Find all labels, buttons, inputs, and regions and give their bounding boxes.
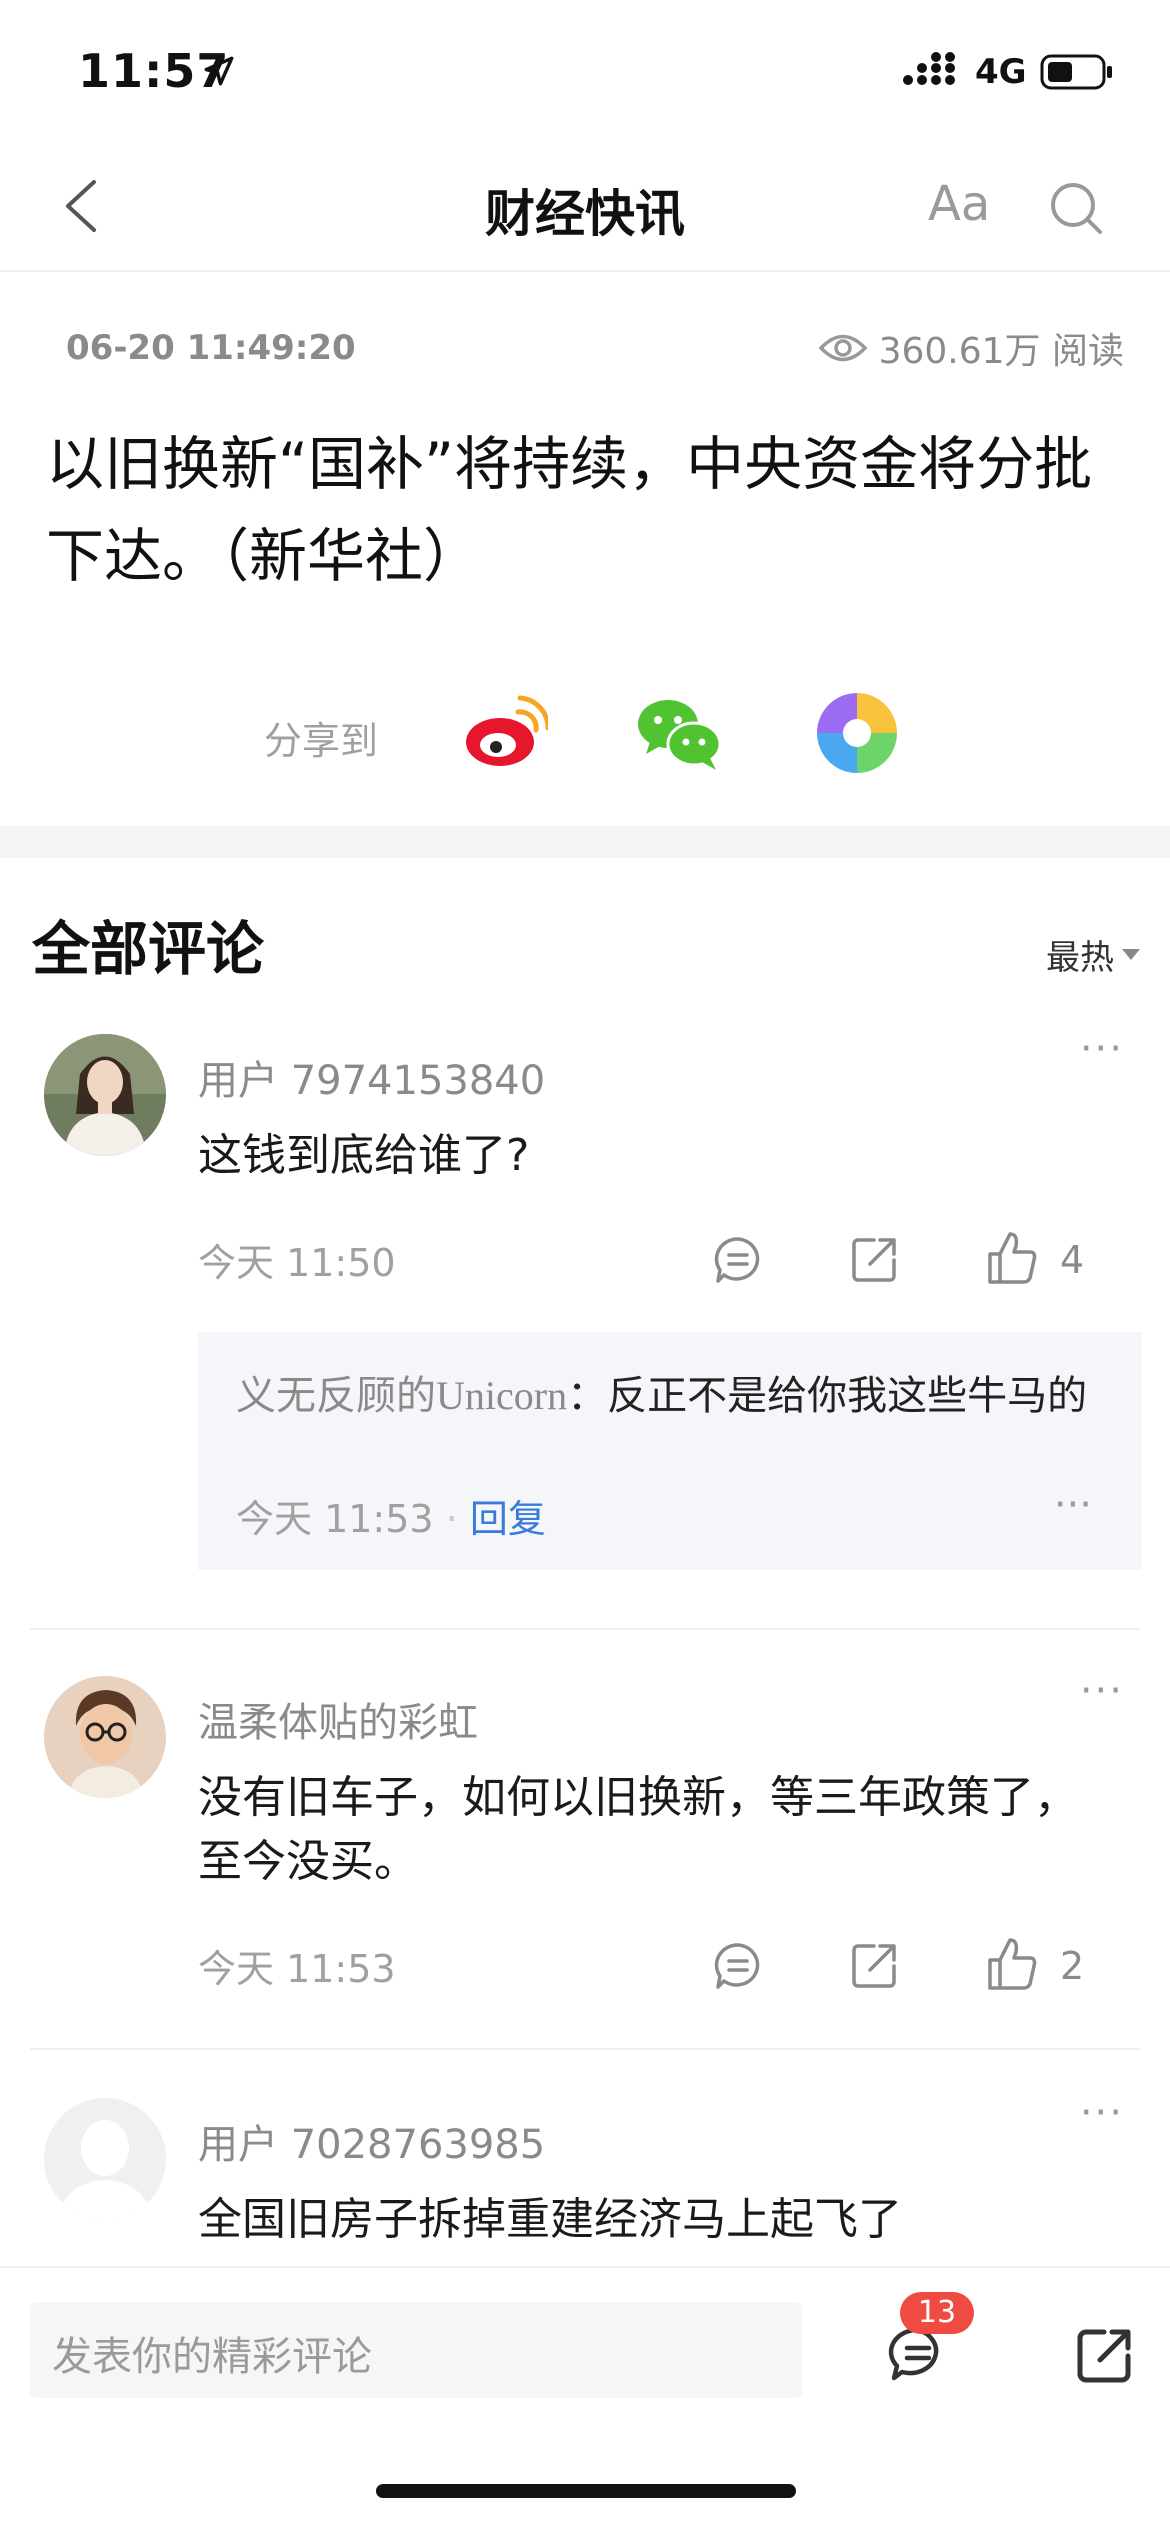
share-icon[interactable] [1074,2326,1134,2386]
separator-dot: · [445,1497,470,1541]
reply-thread[interactable]: 义无反顾的Unicorn：反正不是给你我这些牛马的 今天 11:53 · 回复 … [198,1332,1142,1570]
comment-username[interactable]: 用户 7028763985 [198,2112,545,2170]
comment-username[interactable]: 温柔体贴的彩虹 [198,1690,478,1748]
comments-heading: 全部评论 [32,915,265,983]
comment-item: 用户 7974153840 ··· 这钱到底给谁了? 今天 11:50 4 义无… [0,1026,1170,1594]
view-count: 360.61万 阅读 [818,322,1124,374]
avatar[interactable] [44,2098,166,2220]
location-arrow-icon [204,56,234,86]
comment-divider [30,1628,1140,1630]
page-title: 财经快讯 [485,185,685,243]
share-icon[interactable] [848,1940,900,1992]
reply-time: 今天 11:53 [236,1497,434,1541]
view-count-text: 360.61万 阅读 [878,331,1124,372]
article-datetime: 06-20 11:49:20 [66,328,356,368]
comment-text: 全国旧房子拆掉重建经济马上起飞了 [198,2194,902,2245]
user-avatar-image [44,1034,166,1156]
nav-bar: 财经快讯 Aa [0,140,1170,272]
comment-item: 用户 7028763985 ··· 全国旧房子拆掉重建经济马上起飞了 [0,2090,1170,2266]
comment-text: 没有旧车子，如何以旧换新，等三年政策了，至今没买。 [198,1772,1078,1887]
reply-link[interactable]: 回复 [470,1497,546,1541]
avatar[interactable] [44,1034,166,1156]
battery-icon [1040,54,1112,90]
reply-content: 义无反顾的Unicorn：反正不是给你我这些牛马的 [236,1366,1116,1426]
caret-down-icon [1122,949,1140,960]
weibo-icon[interactable] [462,690,548,776]
more-options-icon[interactable]: ··· [1080,1026,1124,1072]
comment-item: 温柔体贴的彩虹 ··· 没有旧车子，如何以旧换新，等三年政策了，至今没买。 今天… [0,1668,1170,2016]
status-bar: 11:57 4G [0,0,1170,140]
thumbs-up-icon[interactable] [986,1230,1038,1286]
reply-footer: 今天 11:53 · 回复 [236,1488,546,1543]
share-label: 分享到 [264,719,379,763]
eye-icon [818,334,867,362]
home-indicator[interactable] [376,2484,796,2498]
cellular-signal-icon [903,52,955,85]
reply-text: ：反正不是给你我这些牛马的 [567,1373,1088,1419]
moments-icon[interactable] [814,690,900,776]
more-options-icon[interactable]: ··· [1054,1482,1092,1528]
search-icon[interactable] [1048,180,1104,236]
comment-actions: 2 [0,1938,1170,2000]
reply-icon[interactable] [712,1234,764,1286]
article-headline: 以旧换新“国补”将持续，中央资金将分批下达。（新华社） [46,430,1093,590]
avatar[interactable] [44,1676,166,1798]
more-options-icon[interactable]: ··· [1080,2090,1124,2136]
comment-count-badge: 13 [900,2292,974,2334]
share-icon[interactable] [848,1234,900,1286]
comment-input-placeholder: 发表你的精彩评论 [52,2334,372,2380]
sort-dropdown[interactable]: 最热 [1046,930,1140,979]
user-avatar-image [44,1676,166,1798]
default-avatar-icon [44,2098,166,2220]
wechat-icon[interactable] [636,694,722,774]
comment-username[interactable]: 用户 7974153840 [198,1048,545,1106]
comment-input[interactable]: 发表你的精彩评论 [30,2302,802,2398]
font-size-button[interactable]: Aa [928,176,990,232]
like-count: 4 [1060,1238,1085,1282]
thumbs-up-icon[interactable] [986,1936,1038,1992]
comment-divider [30,2048,1140,2050]
more-options-icon[interactable]: ··· [1080,1668,1124,1714]
like-count: 2 [1060,1944,1085,1988]
reply-icon[interactable] [712,1940,764,1992]
reply-username[interactable]: 义无反顾的Unicorn [236,1373,567,1418]
network-type: 4G [975,52,1027,92]
share-row: 分享到 [0,690,1170,780]
comment-text: 这钱到底给谁了? [198,1130,530,1181]
comment-actions: 4 [0,1232,1170,1294]
comments-icon[interactable] [888,2326,948,2382]
sort-label: 最热 [1046,938,1114,978]
section-divider [0,826,1170,858]
